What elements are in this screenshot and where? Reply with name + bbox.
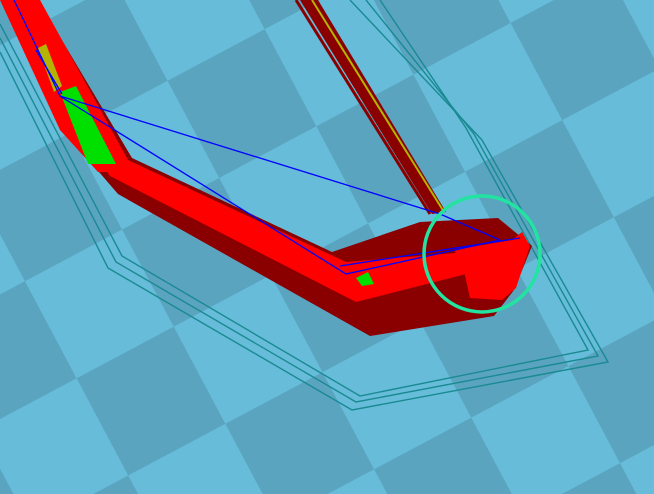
gcode-3d-viewport[interactable] [0,0,654,494]
layer-preview-canvas[interactable] [0,0,654,494]
